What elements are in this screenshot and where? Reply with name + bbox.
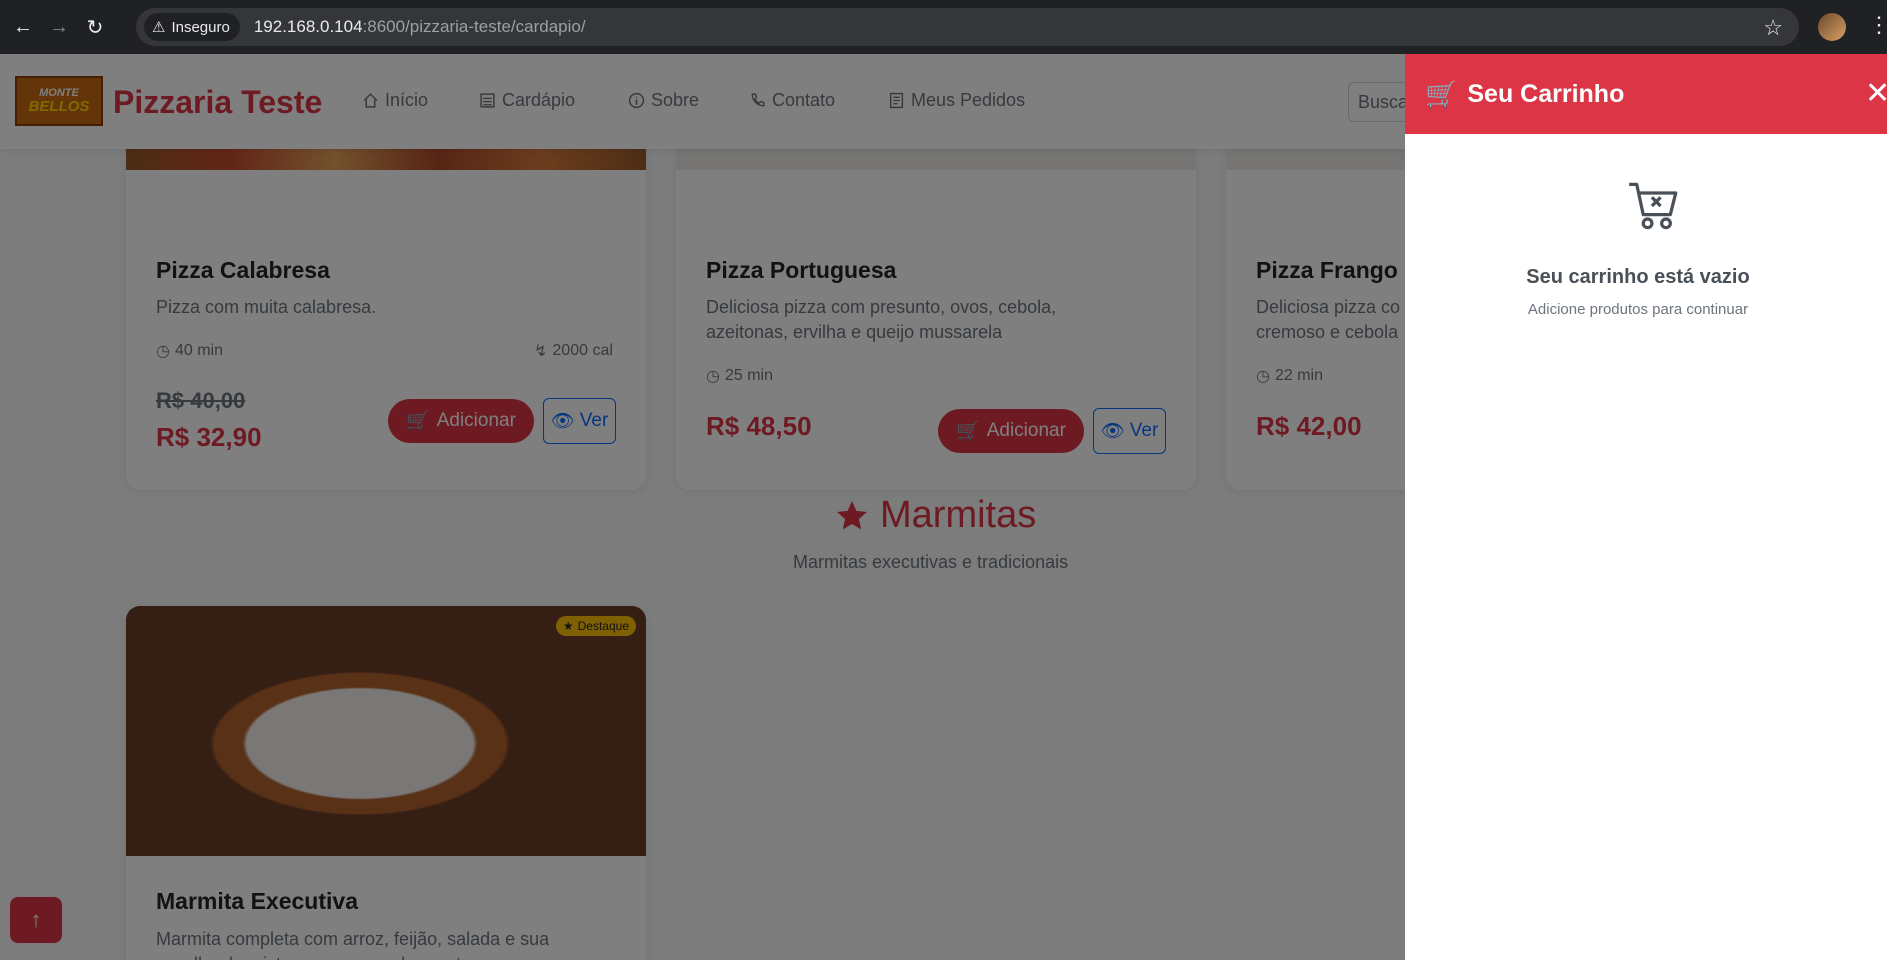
cart-panel: 🛒 Seu Carrinho ✕ Seu carrinho está vazio… <box>1405 54 1887 960</box>
cart-header: 🛒 Seu Carrinho ✕ <box>1405 54 1887 134</box>
url-text[interactable]: 192.168.0.104:8600/pizzaria-teste/cardap… <box>254 17 586 37</box>
profile-avatar[interactable] <box>1818 13 1846 41</box>
page-content: MONTE BELLOS Pizzaria Teste Início Cardá… <box>0 54 1887 960</box>
url-path: :8600/pizzaria-teste/cardapio/ <box>362 17 586 36</box>
browser-menu-icon[interactable]: ⋮ <box>1868 12 1887 38</box>
forward-icon[interactable]: → <box>46 14 72 40</box>
bookmark-star-icon[interactable]: ☆ <box>1763 15 1783 41</box>
url-host: 192.168.0.104 <box>253 17 363 36</box>
close-icon[interactable]: ✕ <box>1865 76 1887 111</box>
empty-cart-title: Seu carrinho está vazio <box>1526 266 1750 288</box>
cart-title: Seu Carrinho <box>1467 79 1625 108</box>
empty-cart-icon <box>1629 182 1678 230</box>
reload-icon[interactable]: ↻ <box>82 14 108 40</box>
empty-cart-subtitle: Adicione produtos para continuar <box>1527 301 1749 318</box>
cart-icon: 🛒 <box>1425 78 1458 109</box>
security-chip[interactable]: ⚠ Inseguro <box>144 13 240 41</box>
browser-toolbar: ← → ↻ ⚠ Inseguro 192.168.0.104:8600/pizz… <box>0 0 1887 54</box>
address-bar[interactable]: ⚠ Inseguro 192.168.0.104:8600/pizzaria-t… <box>136 8 1799 46</box>
warning-icon: ⚠ <box>152 19 166 36</box>
security-label: Inseguro <box>171 18 230 36</box>
back-icon[interactable]: ← <box>10 14 36 40</box>
